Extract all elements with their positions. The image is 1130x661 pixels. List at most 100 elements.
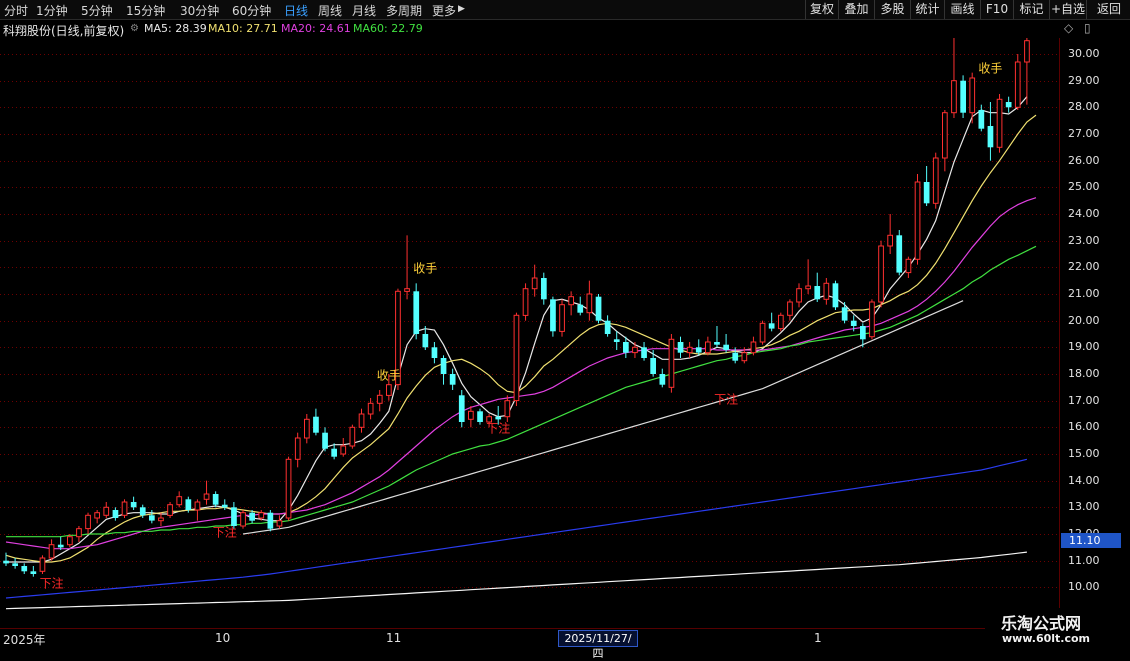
candle-body — [604, 320, 611, 334]
multi-stock-button[interactable]: 多股 — [874, 0, 910, 19]
candle-body — [814, 286, 821, 300]
signal-label: 收手 — [978, 62, 1002, 76]
candle-body — [94, 512, 101, 519]
candle-body — [923, 182, 930, 204]
diamond-icon[interactable]: ◇ — [1064, 21, 1073, 35]
candle-body — [951, 80, 957, 114]
candle-body — [322, 432, 328, 449]
candle-body — [714, 342, 720, 345]
price-tick-label: 26.00 — [1068, 154, 1100, 167]
candle-body — [30, 571, 37, 574]
price-tick-label: 22.00 — [1068, 260, 1100, 273]
candle-body — [1005, 102, 1012, 108]
signal-label: 下注 — [714, 391, 738, 406]
back-button[interactable]: 返回 — [1086, 0, 1130, 19]
price-tick-label: 11.00 — [1068, 554, 1100, 567]
period-tab-5min[interactable]: 5分钟 — [81, 2, 113, 19]
candle-body — [458, 395, 465, 422]
candle-body — [203, 493, 210, 500]
candle-body — [240, 512, 246, 527]
candle-body — [431, 347, 438, 358]
price-tick-label: 21.00 — [1068, 287, 1100, 300]
time-label-jan: 1 — [814, 631, 822, 645]
candle-body — [541, 278, 547, 300]
signal-label: 收手 — [377, 368, 401, 382]
candle-body — [386, 384, 392, 396]
candle-body — [823, 282, 830, 300]
candle-body — [860, 326, 866, 340]
candle-body — [185, 499, 192, 510]
candle-body — [978, 110, 985, 129]
period-tab-more[interactable]: 更多 — [432, 2, 456, 19]
mark-button[interactable]: 标记 — [1013, 0, 1049, 19]
price-tick-label: 19.00 — [1068, 340, 1100, 353]
gear-icon[interactable]: ⚙ — [130, 23, 139, 34]
candle-body — [167, 504, 173, 516]
candle-body — [841, 307, 848, 321]
candle-body — [577, 304, 584, 313]
candle-body — [623, 342, 629, 353]
period-tab-1min[interactable]: 1分钟 — [36, 2, 68, 19]
price-tick-label: 16.00 — [1068, 420, 1100, 433]
period-tab-multi[interactable]: 多周期 — [386, 2, 422, 19]
f10-button[interactable]: F10 — [980, 0, 1013, 19]
price-tick-label: 17.00 — [1068, 394, 1100, 407]
candle-body — [85, 514, 91, 530]
period-tab-monthly[interactable]: 月线 — [352, 2, 376, 19]
fuquan-button[interactable]: 复权 — [805, 0, 838, 19]
overlay-button[interactable]: 叠加 — [838, 0, 874, 19]
candle-body — [231, 507, 237, 526]
candle-body — [139, 507, 146, 516]
candle-body — [586, 293, 593, 314]
candle-body — [267, 512, 274, 529]
candle-body — [349, 426, 356, 447]
candle-body — [57, 544, 64, 548]
draw-line-button[interactable]: 画线 — [944, 0, 980, 19]
candle-body — [932, 157, 939, 204]
candle-body — [595, 296, 602, 321]
statistics-button[interactable]: 统计 — [910, 0, 944, 19]
candle-body — [67, 536, 73, 546]
candle-body — [960, 80, 966, 113]
period-tab-weekly[interactable]: 周线 — [318, 2, 342, 19]
candle-body — [112, 510, 119, 518]
candle-body — [194, 501, 201, 511]
price-tick-label: 10.00 — [1068, 580, 1100, 593]
candle-body — [39, 557, 46, 572]
chevron-right-icon[interactable]: ▶ — [458, 4, 465, 14]
candle-body — [76, 528, 82, 538]
candle-body — [987, 126, 994, 148]
candle-body — [12, 563, 18, 566]
candle-body — [996, 98, 1003, 148]
time-label-nov: 11 — [386, 631, 402, 645]
period-tab-60min[interactable]: 60分钟 — [232, 2, 271, 19]
candle-body — [869, 301, 875, 338]
candle-body — [778, 314, 784, 330]
ma-line — [5, 551, 1027, 610]
candle-body — [613, 339, 620, 342]
period-tab-30min[interactable]: 30分钟 — [180, 2, 219, 19]
ma20-label: MA20: 24.61 — [281, 22, 351, 35]
indicator-legend: 科翔股份(日线,前复权) ⚙ MA5: 28.39 MA10: 27.71 MA… — [0, 20, 1060, 38]
candle-body — [914, 181, 921, 260]
period-tab-daily[interactable]: 日线 — [284, 2, 308, 19]
candle-body — [942, 112, 948, 159]
window-icon[interactable]: ▯ — [1084, 21, 1091, 35]
stock-title[interactable]: 科翔股份(日线,前复权) — [3, 22, 124, 39]
candle-body — [404, 288, 410, 292]
candle-body — [705, 341, 711, 354]
period-tab-timeshare[interactable]: 分时 — [4, 2, 28, 19]
candle-body — [440, 358, 447, 374]
signal-label: 收手 — [413, 262, 437, 276]
time-label-year: 2025年 — [3, 633, 46, 647]
period-tab-15min[interactable]: 15分钟 — [126, 2, 165, 19]
side-panel-edge — [1114, 22, 1130, 492]
candle-body — [686, 346, 693, 354]
candle-body — [878, 245, 884, 303]
add-watchlist-button[interactable]: +自选 — [1049, 0, 1086, 19]
candle-body — [221, 504, 228, 508]
price-tick-label: 13.00 — [1068, 500, 1100, 513]
cursor-date-label: 2025/11/27/四 — [558, 630, 638, 660]
candlestick-chart[interactable]: 下注下注收手收手下注下注收手 — [0, 38, 1060, 628]
candle-body — [413, 291, 420, 334]
